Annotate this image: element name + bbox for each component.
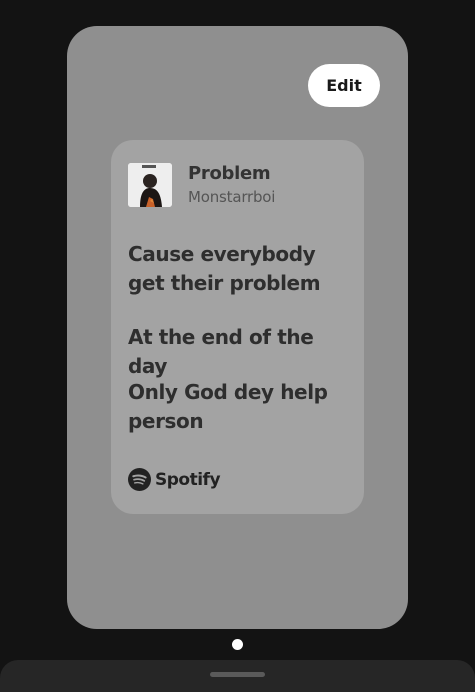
lyric-line: Only God dey help person <box>128 380 328 433</box>
share-card-preview: Edit Problem Monstarrboi Cause everybody… <box>67 26 408 629</box>
lyric-line: Cause everybody get their problem <box>128 242 321 295</box>
spotify-wordmark: Spotify <box>155 469 221 490</box>
bottom-sheet[interactable] <box>0 660 475 692</box>
spotify-icon <box>128 468 151 491</box>
drag-handle[interactable] <box>210 672 265 677</box>
song-artist: Monstarrboi <box>188 188 276 206</box>
share-screen: Edit Problem Monstarrboi Cause everybody… <box>0 0 475 692</box>
album-art <box>128 163 172 207</box>
album-cover-icon <box>128 163 172 207</box>
lyric-line: At the end of the day <box>128 325 314 378</box>
edit-button[interactable]: Edit <box>308 64 380 107</box>
song-title: Problem <box>188 163 271 184</box>
lyrics-card: Problem Monstarrboi Cause everybody get … <box>111 140 364 514</box>
page-indicator-dot[interactable] <box>232 639 243 650</box>
spotify-logo: Spotify <box>128 468 221 491</box>
